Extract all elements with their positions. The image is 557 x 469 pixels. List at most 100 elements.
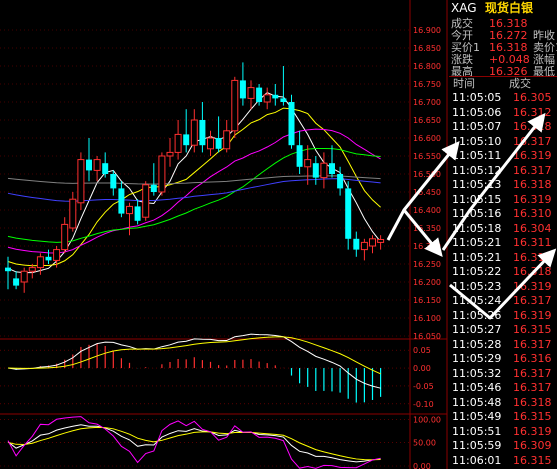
quote-header: XAG 现货白银 <box>449 0 557 17</box>
candle <box>263 87 271 110</box>
candle <box>215 116 222 153</box>
tick-row[interactable]: 11:05:49 16.315 <box>449 410 557 423</box>
tick-time: 11:05:15 <box>452 192 502 206</box>
tick-row[interactable]: 11:05:27 16.315 <box>449 323 557 336</box>
tick-row[interactable]: 11:05:13 16.318 <box>449 178 557 191</box>
tick-row[interactable]: 11:05:06 16.312 <box>449 106 557 119</box>
price-axis-label: 16.350 <box>413 224 441 233</box>
tick-price: 16.316 <box>513 352 552 365</box>
candle <box>86 138 92 182</box>
tick-time: 11:05:21 <box>452 236 502 249</box>
tick-row[interactable]: 11:05:22 16.318 <box>449 265 557 278</box>
candle <box>239 62 246 106</box>
tick-time: 11:05:23 <box>452 279 502 293</box>
price-axis-label: 16.300 <box>413 242 441 251</box>
candle <box>158 152 166 196</box>
candle <box>231 76 239 138</box>
tick-time: 11:05:27 <box>452 323 502 336</box>
price-axis-label: 16.600 <box>413 134 441 143</box>
tick-row[interactable]: 11:05:48 16.318 <box>449 396 557 409</box>
tick-row[interactable]: 11:05:24 16.317 <box>449 294 557 307</box>
price-axis-label: 16.700 <box>413 98 441 107</box>
candle <box>150 163 157 196</box>
tick-row[interactable]: 11:06:01 16.315 <box>449 454 557 467</box>
tick-row[interactable]: 11:05:16 16.310 <box>449 207 557 220</box>
price-axis-label: 16.750 <box>413 80 441 89</box>
tick-price: 16.310 <box>513 207 552 220</box>
kdj-axis-label: 0.00 <box>413 462 431 469</box>
ma60-line <box>7 178 381 202</box>
tick-row[interactable]: 11:05:21 16.311 <box>449 236 557 249</box>
tick-row[interactable]: 11:05:28 16.317 <box>449 338 557 351</box>
macd-axis-label: -0.10 <box>413 400 434 409</box>
price-axis-label: 16.250 <box>413 260 441 269</box>
tick-time: 11:05:16 <box>452 207 502 220</box>
tick-price: 16.317 <box>513 134 552 148</box>
tick-row[interactable]: 11:05:46 16.317 <box>449 381 557 394</box>
tick-row[interactable]: 11:05:12 16.317 <box>449 164 557 177</box>
tick-row[interactable]: 11:05:11 16.319 <box>449 149 557 162</box>
candle <box>369 235 376 254</box>
candle <box>20 267 28 293</box>
tick-price: 16.312 <box>513 105 552 119</box>
tick-time: 11:05:26 <box>452 308 502 322</box>
tick-price: 16.315 <box>513 453 552 467</box>
tick-time: 11:05:51 <box>452 424 502 438</box>
tick-price: 16.319 <box>513 279 552 293</box>
candle <box>360 238 368 261</box>
price-axis-label: 16.650 <box>413 116 441 125</box>
tick-row[interactable]: 11:05:15 16.319 <box>449 193 557 206</box>
candle <box>304 145 312 185</box>
candle <box>329 145 335 178</box>
kline-chart[interactable]: 16.900 16.850 16.800 16.750 16.700 16.650 16.6… <box>0 0 449 469</box>
candle <box>353 231 360 257</box>
quote-panel: XAG 现货白银 成交16.318今开16.272昨收买价116.318卖价1涨… <box>449 0 557 469</box>
macd-panel: 0.05 0.00 -0.05 -0.10 <box>0 333 434 409</box>
kdj-axis-label: 50.00 <box>413 439 436 448</box>
chart-window: 16.900 16.850 16.800 16.750 16.700 16.650 16.6… <box>0 0 557 469</box>
tick-row[interactable]: 11:05:26 16.319 <box>449 309 557 322</box>
tick-time: 11:05:32 <box>452 366 502 380</box>
candle <box>93 156 101 182</box>
tick-price: 16.311 <box>513 236 552 249</box>
macd-axis-label: 0.05 <box>413 346 431 355</box>
tick-price: 16.309 <box>513 439 552 452</box>
tick-row[interactable]: 11:05:32 16.317 <box>449 367 557 380</box>
tick-time: 11:05:24 <box>452 294 502 307</box>
tick-row[interactable]: 11:05:29 16.316 <box>449 352 557 365</box>
candle <box>288 94 295 149</box>
price-axis-label: 16.450 <box>413 188 441 197</box>
tick-price: 16.319 <box>513 149 552 162</box>
tick-time: 11:05:21 <box>452 250 502 264</box>
tick-row[interactable]: 11:05:07 16.318 <box>449 120 557 133</box>
tick-price: 16.319 <box>513 308 552 322</box>
candle <box>223 120 231 153</box>
tick-time: 11:05:12 <box>452 163 502 177</box>
tick-row[interactable]: 11:05:21 16.318 <box>449 251 557 264</box>
tick-row[interactable]: 11:05:23 16.319 <box>449 280 557 293</box>
tick-time: 11:05:07 <box>452 120 502 133</box>
price-axis-label: 16.550 <box>413 152 441 161</box>
tick-time: 11:05:11 <box>452 149 502 162</box>
tick-row[interactable]: 11:05:05 16.305 <box>449 91 557 104</box>
tick-row[interactable]: 11:05:59 16.309 <box>449 439 557 452</box>
kdj-panel: 100.00 50.00 0.00 <box>0 415 441 469</box>
price-axis-label: 16.150 <box>413 296 441 305</box>
candle <box>126 202 133 236</box>
tick-price: 16.304 <box>513 221 552 235</box>
tick-time: 11:05:59 <box>452 439 502 452</box>
tick-time: 11:05:28 <box>452 337 502 351</box>
tick-price: 16.317 <box>513 337 552 351</box>
candle <box>77 152 85 210</box>
candle <box>134 199 141 225</box>
tick-row[interactable]: 11:05:18 16.304 <box>449 222 557 235</box>
price-axis-label: 16.050 <box>413 332 441 341</box>
candle <box>345 181 352 250</box>
tick-time: 11:05:29 <box>452 352 502 365</box>
kdj-k-line <box>7 424 381 463</box>
tick-row[interactable]: 11:05:10 16.317 <box>449 135 557 148</box>
candle <box>272 84 279 106</box>
tick-row[interactable]: 11:05:51 16.319 <box>449 425 557 438</box>
candle <box>174 120 182 160</box>
tick-price: 16.319 <box>513 424 552 438</box>
